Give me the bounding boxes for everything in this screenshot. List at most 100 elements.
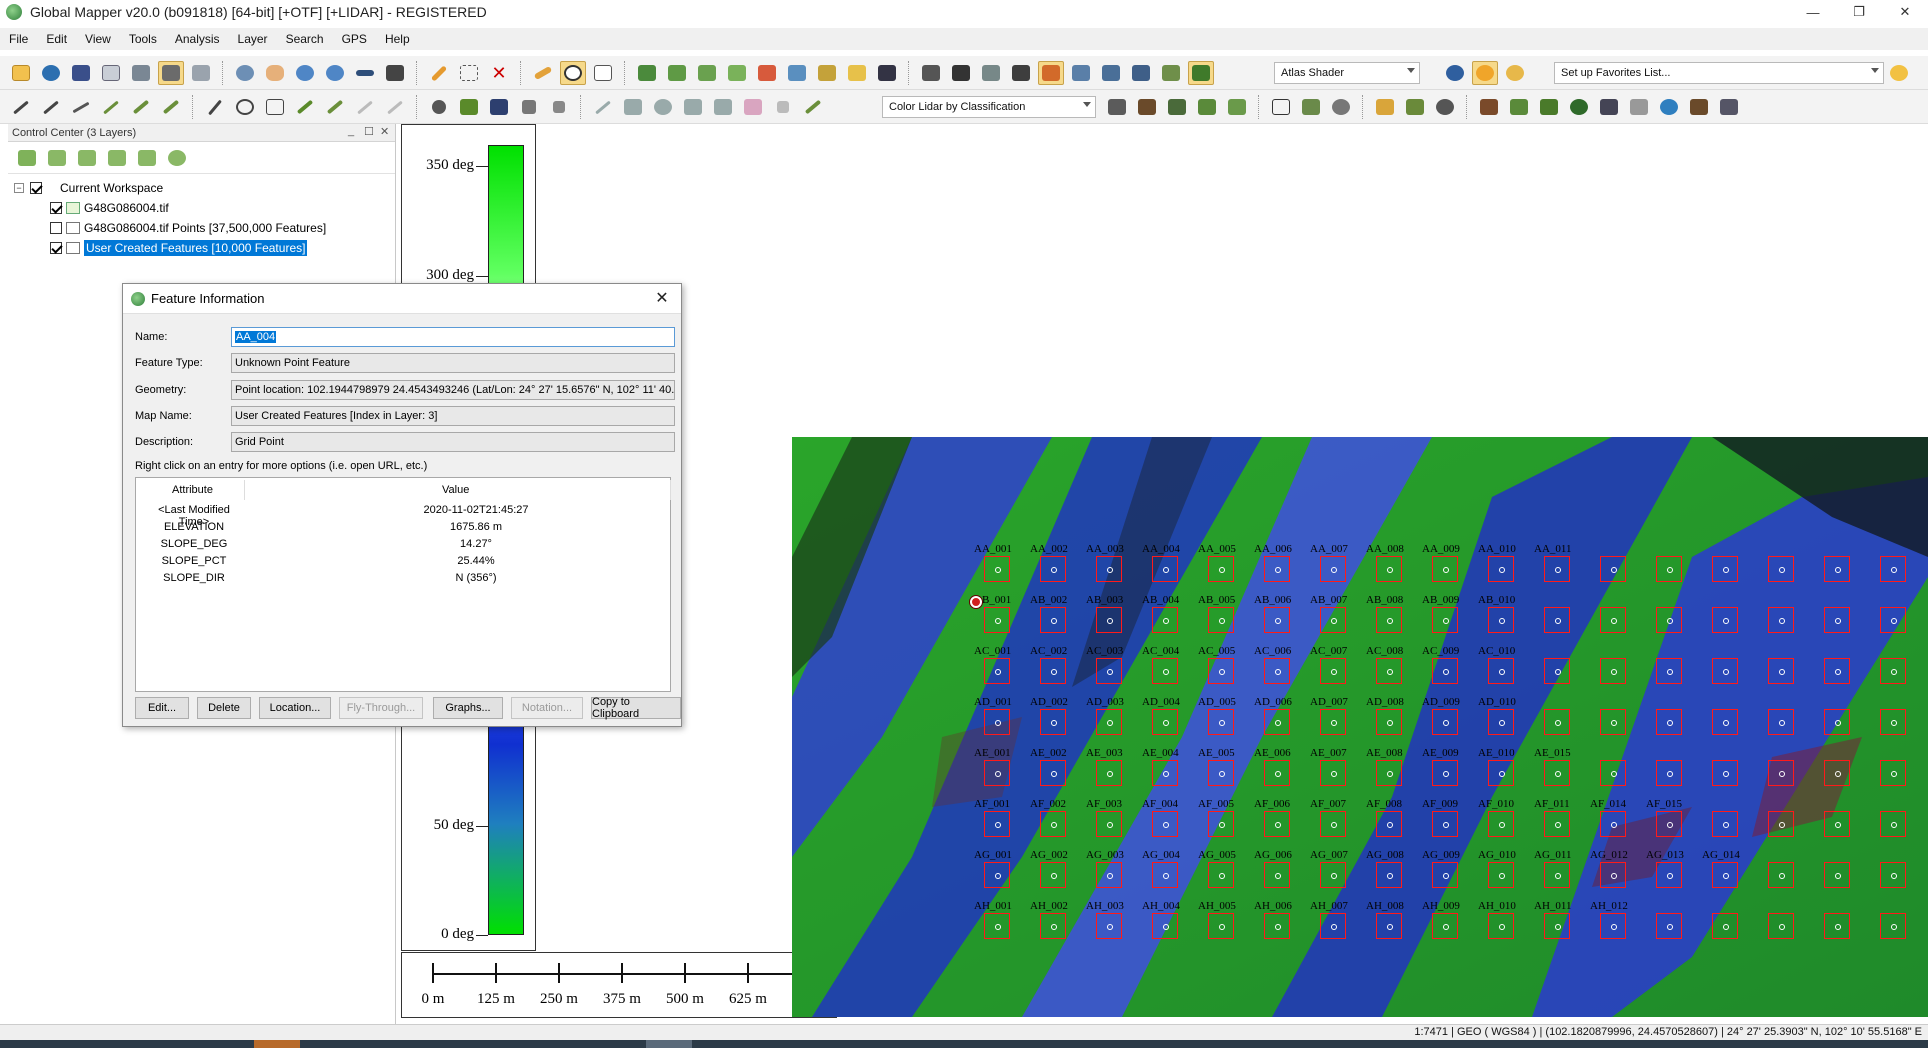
disconnect-icon[interactable] [874, 61, 900, 85]
moon-icon[interactable] [1502, 61, 1528, 85]
menu-view[interactable]: View [76, 32, 120, 46]
grid-point-feature[interactable] [1656, 556, 1682, 582]
draw-polyline-icon[interactable] [38, 95, 64, 119]
grid-point-feature[interactable] [1208, 862, 1234, 888]
graphs-button[interactable]: Graphs... [433, 697, 503, 719]
grid-point-feature[interactable] [1320, 709, 1346, 735]
menu-layer[interactable]: Layer [229, 32, 277, 46]
grid-point-feature[interactable] [1040, 709, 1066, 735]
grid-point-feature[interactable] [1600, 556, 1626, 582]
lidar-classify-icon[interactable] [1158, 61, 1184, 85]
grid-point-feature[interactable] [1320, 760, 1346, 786]
grid-point-feature[interactable] [1768, 658, 1794, 684]
grid-point-feature[interactable] [1712, 556, 1738, 582]
class-noise-icon[interactable] [1686, 95, 1712, 119]
selected-feature-marker[interactable] [970, 596, 982, 608]
move-feature-icon[interactable] [516, 95, 542, 119]
grid-point-feature[interactable] [1376, 862, 1402, 888]
grid-point-feature[interactable] [1152, 556, 1178, 582]
delete-button[interactable]: Delete [197, 697, 251, 719]
grid-point-feature[interactable] [1712, 760, 1738, 786]
grid-point-feature[interactable] [1768, 709, 1794, 735]
panel-minimize-button[interactable]: _ [348, 125, 354, 137]
grid-point-feature[interactable] [1824, 556, 1850, 582]
layer-remove-icon[interactable] [74, 146, 100, 170]
sun-lighting-icon[interactable] [1472, 61, 1498, 85]
grid-point-feature[interactable] [1544, 760, 1570, 786]
layer-checkbox[interactable] [50, 202, 62, 214]
layer-add-icon[interactable] [44, 146, 70, 170]
ruler-icon[interactable] [800, 95, 826, 119]
grid-point-feature[interactable] [1208, 556, 1234, 582]
draw-freehand-icon[interactable] [158, 95, 184, 119]
grid-point-feature[interactable] [1768, 811, 1794, 837]
grid-point-feature[interactable] [1544, 811, 1570, 837]
grid-point-feature[interactable] [1656, 709, 1682, 735]
grid-point-feature[interactable] [1656, 607, 1682, 633]
lidar-cross-section-icon[interactable] [1128, 61, 1154, 85]
class-med-veg-icon[interactable] [1536, 95, 1562, 119]
grid-point-feature[interactable] [984, 709, 1010, 735]
class-ground-icon[interactable] [1476, 95, 1502, 119]
menu-tools[interactable]: Tools [120, 32, 166, 46]
draw-area-icon[interactable] [98, 95, 124, 119]
grid-point-feature[interactable] [1264, 862, 1290, 888]
grid-point-feature[interactable] [1040, 811, 1066, 837]
slope-shader-icon[interactable] [1038, 61, 1064, 85]
edit-button[interactable]: Edit... [135, 697, 189, 719]
grid-point-feature[interactable] [1208, 709, 1234, 735]
mountain-icon[interactable] [694, 61, 720, 85]
grid-point-feature[interactable] [1824, 658, 1850, 684]
grid-point-feature[interactable] [1152, 913, 1178, 939]
grid-point-feature[interactable] [1208, 913, 1234, 939]
grid-point-feature[interactable] [1824, 709, 1850, 735]
grid-point-feature[interactable] [1208, 760, 1234, 786]
table-row[interactable]: SLOPE_DIR N (356°) [136, 572, 670, 589]
rotate-feature-icon[interactable] [456, 95, 482, 119]
grid-point-feature[interactable] [1712, 913, 1738, 939]
grid-point-feature[interactable] [1320, 811, 1346, 837]
grid-point-feature[interactable] [984, 658, 1010, 684]
grid-point-feature[interactable] [1096, 862, 1122, 888]
3d-view-icon[interactable] [1008, 61, 1034, 85]
lidar-chart-icon[interactable] [1098, 61, 1124, 85]
grid-point-feature[interactable] [1600, 658, 1626, 684]
split-view-icon[interactable] [978, 61, 1004, 85]
grid-point-feature[interactable] [1320, 658, 1346, 684]
grid-point-feature[interactable] [1152, 760, 1178, 786]
tag-icon[interactable] [740, 95, 766, 119]
grid-point-feature[interactable] [1208, 607, 1234, 633]
grid-point-feature[interactable] [1432, 913, 1458, 939]
grid-point-feature[interactable] [984, 607, 1010, 633]
pencil-icon[interactable] [426, 61, 452, 85]
layer-visibility-icon[interactable] [164, 146, 190, 170]
grid-point-feature[interactable] [1096, 607, 1122, 633]
taskbar-item[interactable] [646, 1040, 692, 1048]
back-arrow-icon[interactable] [352, 61, 378, 85]
grid-point-feature[interactable] [1768, 607, 1794, 633]
grid-point-feature[interactable] [1320, 607, 1346, 633]
fly-through-button[interactable]: Fly-Through... [339, 697, 423, 719]
dialog-close-button[interactable]: ✕ [651, 288, 673, 310]
layer-checkbox[interactable] [50, 242, 62, 254]
lidar-color-dropdown[interactable]: Color Lidar by Classification [882, 96, 1096, 118]
layer-item-user-features[interactable]: User Created Features [10,000 Features] [8, 238, 395, 258]
notation-button[interactable]: Notation... [511, 697, 583, 719]
table-row[interactable]: SLOPE_DEG 14.27° [136, 538, 670, 555]
class-tree-icon[interactable] [1566, 95, 1592, 119]
grid-point-feature[interactable] [1768, 913, 1794, 939]
lasso-icon[interactable] [650, 95, 676, 119]
grid-point-feature[interactable] [1096, 556, 1122, 582]
viewshed-icon[interactable] [784, 61, 810, 85]
zoom-box-icon[interactable] [232, 61, 258, 85]
create-grid-icon[interactable] [262, 95, 288, 119]
grid-point-feature[interactable] [1432, 607, 1458, 633]
grid-point-feature[interactable] [1600, 607, 1626, 633]
overview-map-icon[interactable] [188, 61, 214, 85]
grid-point-feature[interactable] [1824, 607, 1850, 633]
grid-point-feature[interactable] [1600, 811, 1626, 837]
split-line-icon[interactable] [590, 95, 616, 119]
grid-point-feature[interactable] [984, 862, 1010, 888]
grid-point-feature[interactable] [1152, 862, 1178, 888]
table-row[interactable]: ELEVATION 1675.86 m [136, 521, 670, 538]
